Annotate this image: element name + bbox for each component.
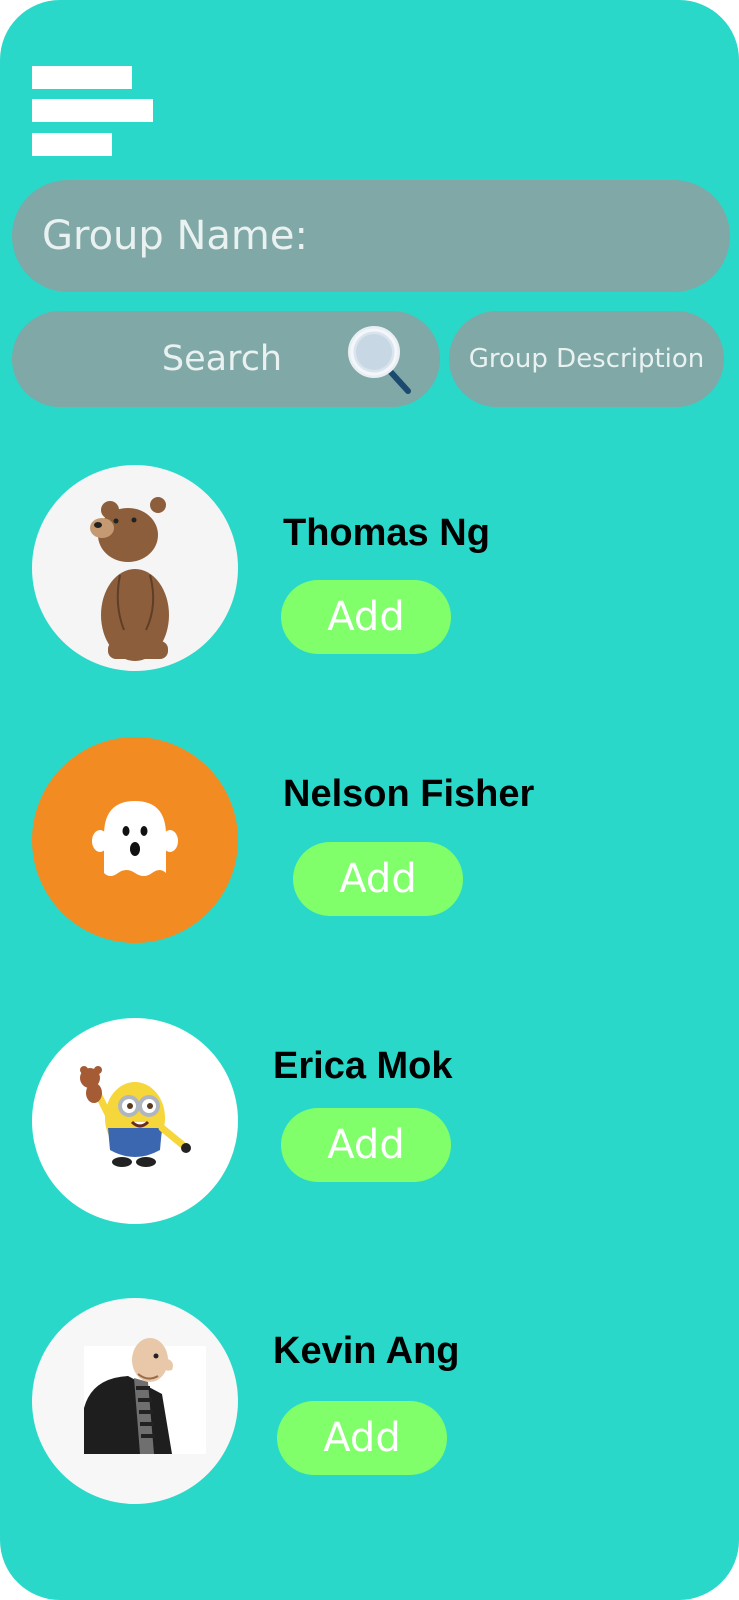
group-name-label: Group Name: <box>42 213 308 259</box>
magnifier-icon[interactable] <box>344 323 424 403</box>
brown-bear-avatar <box>32 465 238 671</box>
add-button[interactable]: Add <box>293 842 463 916</box>
gru-avatar <box>32 1298 238 1504</box>
menu-bar-top <box>32 66 132 89</box>
group-name-field[interactable]: Group Name: <box>12 180 730 292</box>
menu-bar-middle <box>32 99 153 122</box>
ghost-avatar <box>32 737 238 943</box>
minion-avatar <box>32 1018 238 1224</box>
contact-name: Thomas Ng <box>283 512 490 554</box>
hamburger-menu-icon[interactable] <box>30 64 154 156</box>
contact-name: Kevin Ang <box>273 1330 460 1372</box>
add-button[interactable]: Add <box>281 580 451 654</box>
menu-bar-bottom <box>32 133 112 156</box>
add-button[interactable]: Add <box>277 1401 447 1475</box>
group-description-button[interactable]: Group Description <box>449 311 724 407</box>
group-description-label: Group Description <box>468 344 705 374</box>
add-button[interactable]: Add <box>281 1108 451 1182</box>
search-field[interactable]: Search <box>12 311 440 407</box>
app-screen: Group Name: Search Group Description Tho… <box>0 0 739 1600</box>
contact-name: Erica Mok <box>273 1045 453 1087</box>
contact-name: Nelson Fisher <box>283 773 535 815</box>
